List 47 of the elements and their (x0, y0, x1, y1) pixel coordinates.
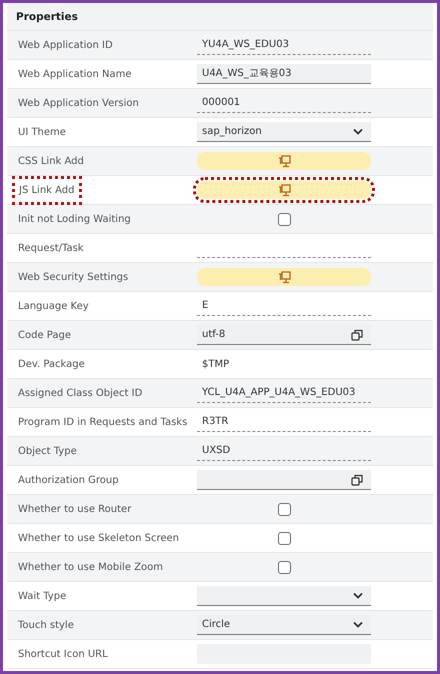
input-field[interactable]: U4A_WS_교육용03 (197, 64, 371, 84)
field-label: Web Security Settings (17, 270, 130, 284)
field-label: Whether to use Mobile Zoom (17, 560, 164, 574)
display-field: 000001 (197, 93, 371, 113)
field-label: Request/Task (17, 242, 85, 256)
monitor-icon (278, 270, 290, 284)
value-help-field[interactable] (197, 470, 371, 490)
checkbox[interactable] (278, 502, 290, 516)
field-label: Whether to use Router (17, 502, 132, 516)
field-label: Whether to use Skeleton Screen (17, 532, 180, 546)
field-label: CSS Link Add (17, 154, 85, 168)
field-label: Authorization Group (17, 474, 120, 488)
field-label: UI Theme (17, 126, 67, 140)
field-label: Program ID in Requests and Tasks (17, 416, 188, 430)
monitor-icon (278, 154, 290, 168)
field-label: Dev. Package (17, 358, 86, 372)
chevron-down-icon (353, 592, 363, 599)
select-field[interactable] (197, 586, 371, 606)
value-help-icon (351, 474, 363, 486)
field-label: Assigned Class Object ID (17, 386, 144, 400)
chevron-down-icon (353, 621, 363, 628)
checkbox[interactable] (278, 560, 290, 574)
panel-title: Properties (16, 10, 78, 22)
field-label: Web Application ID (17, 38, 114, 52)
field-label: Web Application Name (17, 68, 133, 82)
monitor-icon (278, 184, 290, 196)
select-field[interactable]: sap_horizon (197, 122, 371, 142)
display-field: E (197, 296, 371, 316)
checkbox[interactable] (278, 532, 290, 544)
field-label: Code Page (17, 328, 72, 342)
chevron-down-icon (353, 128, 363, 135)
display-field: YCL_U4A_APP_U4A_WS_EDU03 (197, 383, 371, 403)
display-field: UXSD (197, 441, 371, 461)
value-help-icon (351, 328, 363, 340)
field-label: Object Type (17, 444, 78, 458)
field-label: Shortcut Icon URL (17, 648, 109, 662)
display-field: R3TR (197, 412, 371, 432)
field-label: Language Key (17, 300, 90, 314)
display-field: YU4A_WS_EDU03 (197, 35, 371, 55)
checkbox[interactable] (278, 212, 290, 226)
field-label: Web Application Version (17, 96, 140, 110)
field-label: Init not Loding Waiting (17, 212, 132, 226)
field-label: Touch style (17, 618, 75, 632)
value-help-field[interactable]: utf-8 (197, 325, 371, 345)
field-label: Wait Type (17, 590, 68, 604)
select-field[interactable]: Circle (197, 615, 371, 635)
field-value: $TMP (201, 358, 230, 370)
